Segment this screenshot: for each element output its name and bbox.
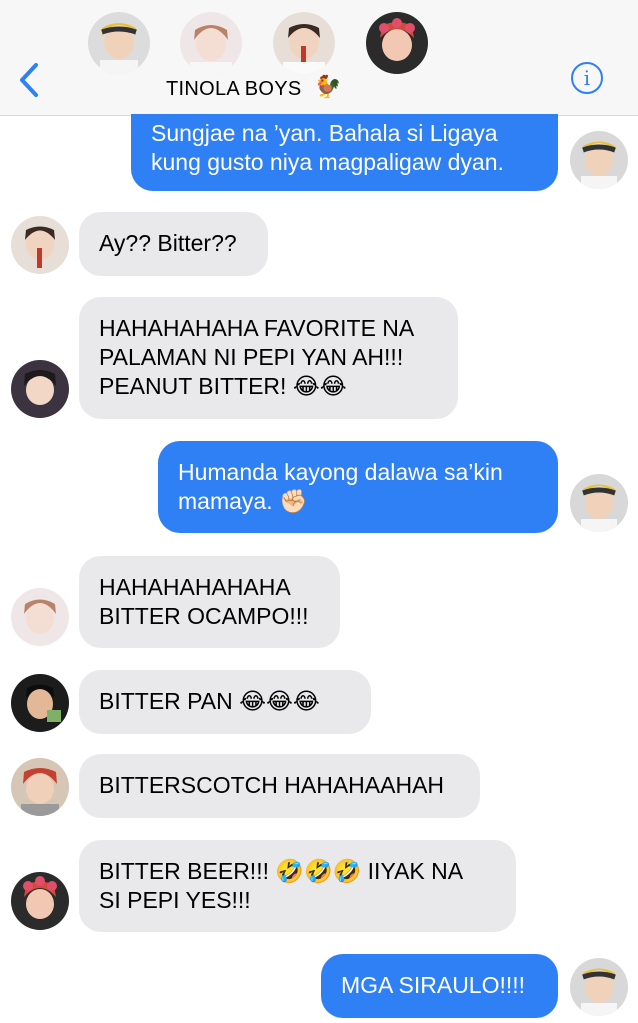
sender-avatar[interactable]	[570, 131, 628, 189]
avatar-photo	[11, 758, 69, 816]
sender-avatar[interactable]	[570, 958, 628, 1016]
group-member-avatar[interactable]	[88, 12, 150, 74]
message-line: HAHAHAHAHA FAVORITE NA	[99, 315, 415, 341]
incoming-message-bubble[interactable]: BITTER BEER!!! 🤣🤣🤣 IIYAK NA SI PEPI YES!…	[79, 840, 516, 932]
incoming-message-bubble[interactable]: HAHAHAHAHAHA BITTER OCAMPO!!!	[79, 556, 340, 648]
avatar-photo	[11, 216, 69, 274]
message-line: Sungjae na ’yan. Bahala si Ligaya	[151, 120, 498, 146]
message-line: Humanda kayong dalawa sa’kin	[178, 459, 503, 485]
group-member-avatar[interactable]	[180, 12, 242, 74]
info-button[interactable]: i	[571, 62, 603, 94]
outgoing-message-bubble[interactable]: MGA SIRAULO!!!!	[321, 954, 558, 1018]
outgoing-message-bubble[interactable]: Humanda kayong dalawa sa’kin mamaya. ✊🏻	[158, 441, 558, 533]
rooster-emoji: 🐓	[314, 74, 342, 99]
avatar-photo	[11, 588, 69, 646]
message-line: BITTER BEER!!! 🤣🤣🤣 IIYAK NA	[99, 858, 464, 884]
message-line: BITTERSCOTCH HAHAHAAHAH	[99, 772, 445, 798]
outgoing-message-bubble[interactable]: Sungjae na ’yan. Bahala si Ligaya kung g…	[131, 114, 558, 191]
sender-avatar[interactable]	[570, 474, 628, 532]
incoming-message-bubble[interactable]: HAHAHAHAHA FAVORITE NA PALAMAN NI PEPI Y…	[79, 297, 458, 419]
avatar-photo	[570, 131, 628, 189]
group-member-avatar[interactable]	[273, 12, 335, 74]
avatar-photo	[570, 474, 628, 532]
message-line: HAHAHAHAHAHA	[99, 574, 291, 600]
message-line: PEANUT BITTER! 😂😂	[99, 373, 347, 399]
info-icon: i	[583, 66, 591, 90]
avatar-photo	[570, 958, 628, 1016]
sender-avatar[interactable]	[11, 216, 69, 274]
avatar-photo	[366, 12, 428, 74]
avatar-photo	[11, 360, 69, 418]
sender-avatar[interactable]	[11, 588, 69, 646]
avatar-photo	[273, 12, 335, 74]
message-line: BITTER PAN 😂😂😂	[99, 688, 320, 714]
message-line: PALAMAN NI PEPI YAN AH!!!	[99, 344, 404, 370]
sender-avatar[interactable]	[11, 360, 69, 418]
message-line: kung gusto niya magpaligaw dyan.	[151, 149, 504, 175]
message-line: MGA SIRAULO!!!!	[341, 972, 526, 998]
chevron-left-icon	[20, 63, 38, 97]
conversation-header: TINOLA BOYS 🐓 i	[0, 0, 638, 116]
group-member-avatar[interactable]	[366, 12, 428, 74]
sender-avatar[interactable]	[11, 674, 69, 732]
message-line: BITTER OCAMPO!!!	[99, 603, 309, 629]
avatar-photo	[180, 12, 242, 74]
sender-avatar[interactable]	[11, 872, 69, 930]
message-line: SI PEPI YES!!!	[99, 887, 251, 913]
group-title[interactable]: TINOLA BOYS	[166, 78, 302, 101]
incoming-message-bubble[interactable]: BITTER PAN 😂😂😂	[79, 670, 371, 734]
avatar-photo	[11, 872, 69, 930]
avatar-photo	[11, 674, 69, 732]
avatar-photo	[88, 12, 150, 74]
message-line: Ay?? Bitter??	[99, 230, 237, 256]
incoming-message-bubble[interactable]: Ay?? Bitter??	[79, 212, 268, 276]
message-line: mamaya. ✊🏻	[178, 488, 308, 514]
back-button[interactable]	[14, 62, 48, 98]
incoming-message-bubble[interactable]: BITTERSCOTCH HAHAHAAHAH	[79, 754, 480, 818]
sender-avatar[interactable]	[11, 758, 69, 816]
